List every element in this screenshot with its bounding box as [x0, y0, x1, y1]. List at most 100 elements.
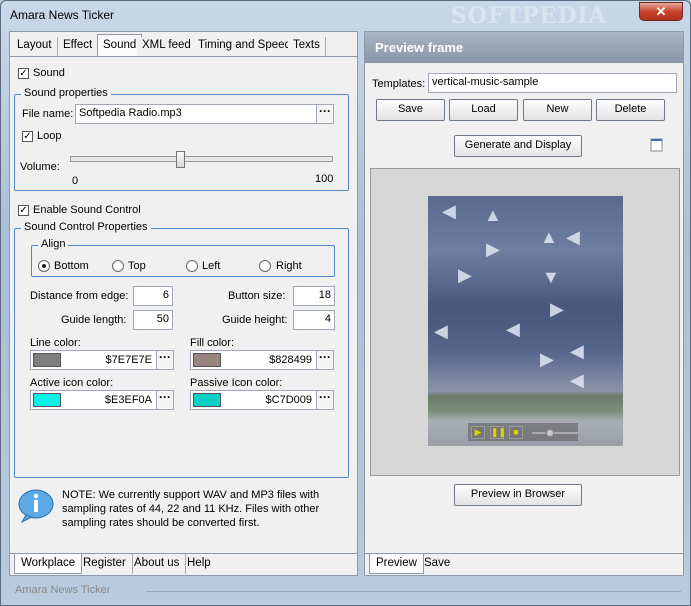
distance-from-edge-input[interactable]: 6: [133, 286, 173, 306]
arrow-right-icon: ▶: [540, 349, 554, 369]
align-bottom-radio[interactable]: [38, 260, 50, 272]
align-left-radio[interactable]: [186, 260, 198, 272]
loop-label: Loop: [37, 130, 62, 142]
align-right-label: Right: [276, 260, 302, 272]
sound-checkbox[interactable]: ✓: [18, 68, 29, 79]
volume-guide-line[interactable]: [532, 432, 580, 434]
active-icon-color-swatch: [33, 393, 61, 407]
fill-color-swatch: [193, 353, 221, 367]
tab-workplace[interactable]: Workplace: [14, 554, 83, 574]
arrow-left-icon: ◀: [434, 321, 448, 341]
window-title: Amara News Ticker: [10, 8, 115, 22]
sound-format-note: NOTE: We currently support WAV and MP3 f…: [62, 489, 320, 529]
tab-layout[interactable]: Layout: [12, 37, 58, 56]
tab-effect[interactable]: Effect: [58, 37, 99, 56]
fill-color-value: $828499: [269, 354, 312, 366]
tab-preview[interactable]: Preview: [369, 554, 424, 574]
generate-and-display-button[interactable]: Generate and Display: [454, 135, 582, 157]
stop-icon[interactable]: ■: [509, 426, 523, 439]
arrow-right-icon: ▶: [458, 265, 472, 285]
align-top-radio[interactable]: [112, 260, 124, 272]
active-icon-color-label: Active icon color:: [30, 377, 114, 389]
align-right-radio[interactable]: [259, 260, 271, 272]
preview-frame-title: Preview frame: [365, 32, 683, 63]
align-title: Align: [38, 238, 69, 250]
arrow-right-icon: ▶: [550, 299, 564, 319]
active-icon-color-value: $E3EF0A: [104, 394, 152, 406]
sound-checkbox-label: Sound: [33, 67, 65, 79]
active-icon-color-picker-button[interactable]: ···: [156, 390, 174, 410]
app-window: Amara News Ticker SOFTPEDIA ✕ Layout Eff…: [0, 0, 691, 606]
enable-sound-control-checkbox[interactable]: ✓: [18, 205, 29, 216]
file-name-input[interactable]: Softpedia Radio.mp3: [75, 104, 317, 124]
passive-icon-color-value: $C7D009: [265, 394, 312, 406]
line-color-value: $7E7E7E: [105, 354, 152, 366]
tab-sound[interactable]: Sound: [97, 34, 143, 57]
arrow-right-icon: ▶: [486, 239, 500, 259]
passive-icon-color-label: Passive Icon color:: [190, 377, 283, 389]
play-icon[interactable]: ▶: [471, 426, 485, 439]
new-template-button[interactable]: New: [523, 99, 592, 121]
watermark-text: SOFTPEDIA: [451, 3, 607, 29]
arrow-left-icon: ◀: [506, 319, 520, 339]
tab-texts[interactable]: Texts: [288, 37, 326, 56]
tab-register[interactable]: Register: [77, 554, 133, 574]
button-size-input[interactable]: 18: [293, 286, 335, 306]
align-left-label: Left: [202, 260, 221, 272]
line-color-field[interactable]: $7E7E7E: [30, 350, 157, 370]
tabs-divider: [10, 56, 357, 57]
arrow-left-icon: ◀: [442, 201, 456, 221]
delete-template-button[interactable]: Delete: [596, 99, 665, 121]
passive-icon-color-field[interactable]: $C7D009: [190, 390, 317, 410]
fill-color-field[interactable]: $828499: [190, 350, 317, 370]
line-color-picker-button[interactable]: ···: [156, 350, 174, 370]
guide-length-label: Guide length:: [61, 314, 127, 326]
window-toggle-icon[interactable]: [650, 137, 664, 153]
button-size-label: Button size:: [228, 290, 286, 302]
arrow-left-icon: ◀: [566, 227, 580, 247]
passive-icon-color-picker-button[interactable]: ···: [316, 390, 334, 410]
templates-input[interactable]: vertical-music-sample: [428, 73, 677, 93]
volume-min-label: 0: [72, 175, 79, 187]
title-bar[interactable]: Amara News Ticker SOFTPEDIA ✕: [1, 1, 690, 31]
fill-color-label: Fill color:: [190, 337, 235, 349]
tab-about-us[interactable]: About us: [128, 554, 187, 574]
loop-checkbox[interactable]: ✓: [22, 131, 33, 142]
volume-guide-knob[interactable]: [546, 429, 554, 437]
passive-icon-color-swatch: [193, 393, 221, 407]
close-button[interactable]: ✕: [639, 2, 683, 21]
save-template-button[interactable]: Save: [376, 99, 445, 121]
guide-height-input[interactable]: 4: [293, 310, 335, 330]
line-color-swatch: [33, 353, 61, 367]
file-name-label: File name:: [22, 108, 74, 120]
tab-xml-feed[interactable]: XML feed: [137, 37, 197, 56]
right-bottom-tabs: Preview Save: [365, 553, 683, 575]
sound-control-properties-title: Sound Control Properties: [21, 221, 151, 233]
tab-help[interactable]: Help: [181, 554, 217, 574]
align-bottom-label: Bottom: [54, 260, 89, 272]
align-top-label: Top: [128, 260, 146, 272]
sound-control-bar: ▶ ❚❚ ■: [468, 423, 580, 441]
status-bar: Amara News Ticker: [1, 579, 690, 605]
load-template-button[interactable]: Load: [449, 99, 518, 121]
file-browse-button[interactable]: ···: [316, 104, 334, 124]
arrow-down-icon: ▼: [542, 267, 560, 287]
templates-label: Templates:: [372, 78, 426, 90]
guide-length-input[interactable]: 50: [133, 310, 173, 330]
active-icon-color-field[interactable]: $E3EF0A: [30, 390, 157, 410]
pause-icon[interactable]: ❚❚: [490, 426, 506, 439]
line-color-label: Line color:: [30, 337, 81, 349]
preview-panel: Preview frame Templates: vertical-music-…: [364, 31, 684, 576]
tab-save[interactable]: Save: [418, 554, 456, 574]
preview-in-browser-button[interactable]: Preview in Browser: [454, 484, 582, 506]
status-divider: [146, 591, 681, 592]
volume-slider-track[interactable]: [70, 156, 333, 162]
fill-color-picker-button[interactable]: ···: [316, 350, 334, 370]
ticker-preview-image: ◀ ▲ ▶ ▲ ◀ ▼ ▶ ▶ ◀ ◀ ◀ ▶ ◀ ▶ ❚❚ ■: [428, 196, 623, 446]
status-text: Amara News Ticker: [15, 584, 111, 596]
distance-from-edge-label: Distance from edge:: [30, 290, 129, 302]
enable-sound-control-label: Enable Sound Control: [33, 204, 141, 216]
ticker-preview-area: ◀ ▲ ▶ ▲ ◀ ▼ ▶ ▶ ◀ ◀ ◀ ▶ ◀ ▶ ❚❚ ■: [370, 168, 680, 476]
volume-slider-thumb[interactable]: [176, 151, 186, 168]
tab-timing-and-speed[interactable]: Timing and Speed: [193, 37, 297, 56]
